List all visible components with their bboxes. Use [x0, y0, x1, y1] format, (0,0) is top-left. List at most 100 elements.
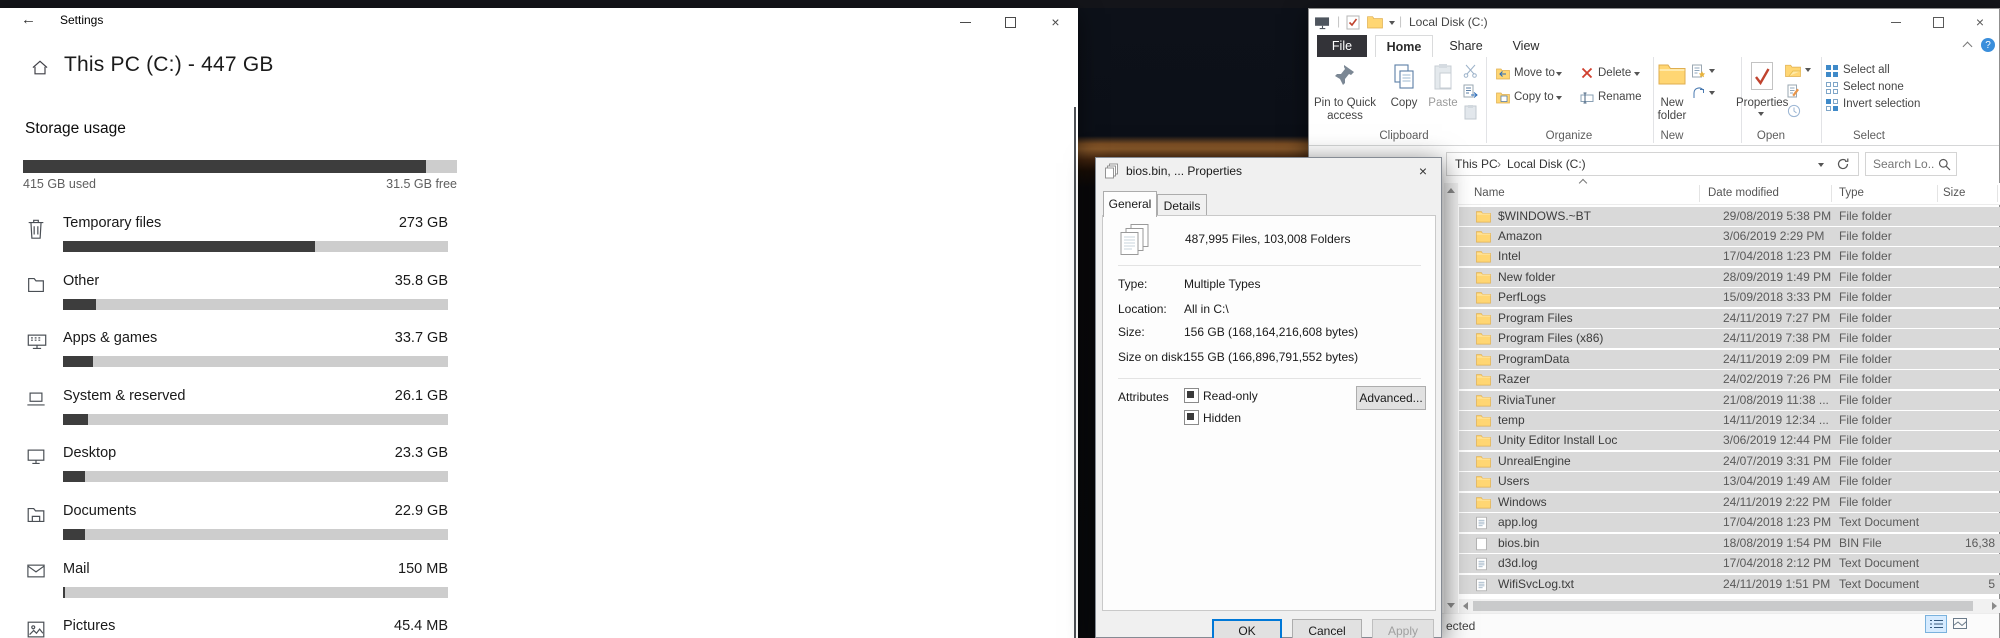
file-type: File folder	[1839, 249, 1892, 264]
files-stack-icon	[1119, 223, 1151, 261]
category-bar-fill	[63, 529, 85, 540]
dialog-close-button[interactable]: ×	[1409, 160, 1437, 181]
field-label-type: Type:	[1118, 277, 1148, 291]
file-date: 17/04/2018 2:12 PM	[1723, 556, 1832, 571]
file-name: Unity Editor Install Loc	[1498, 433, 1618, 448]
tab-details[interactable]: Details	[1157, 194, 1207, 217]
file-row[interactable]: $WINDOWS.~BT 29/08/2019 5:38 PM File folde…	[1459, 206, 2000, 226]
tab-general[interactable]: General	[1103, 191, 1157, 217]
file-folder-icon	[1476, 312, 1491, 326]
text-doc-icon	[1476, 557, 1491, 571]
ok-button-label: OK	[1238, 623, 1256, 638]
storage-category-row[interactable]: Temporary files 273 GB	[0, 215, 460, 259]
file-row[interactable]: ProgramData 24/11/2019 2:09 PM File folder	[1459, 349, 2000, 369]
file-name: Razer	[1498, 372, 1531, 387]
file-row[interactable]: Windows 24/11/2019 2:22 PM File folder	[1459, 492, 2000, 512]
file-row[interactable]: app.log 17/04/2018 1:23 PM Text Document	[1459, 513, 2000, 533]
file-folder-icon	[1476, 353, 1491, 367]
scroll-up-icon[interactable]	[1447, 188, 1455, 193]
scroll-right-icon[interactable]	[1992, 602, 1997, 610]
scroll-left-icon[interactable]	[1463, 602, 1468, 610]
category-bar-track	[63, 529, 448, 540]
read-only-checkbox[interactable]	[1184, 388, 1199, 403]
file-row[interactable]: Program Files 24/11/2019 7:27 PM File fold…	[1459, 308, 2000, 328]
details-view-button[interactable]	[1925, 615, 1947, 633]
category-bar-fill	[63, 471, 85, 483]
scrollbar-thumb[interactable]	[1473, 601, 1973, 611]
storage-category-row[interactable]: Apps & games 33.7 GB	[0, 330, 460, 374]
file-name: $WINDOWS.~BT	[1498, 208, 1592, 223]
settings-scrollbar[interactable]	[1074, 107, 1076, 638]
file-row[interactable]: Unity Editor Install Loc 3/06/2019 12:44 …	[1459, 431, 2000, 451]
field-label-size: Size:	[1118, 325, 1145, 339]
file-row[interactable]: Intel 17/04/2018 1:23 PM File folder	[1459, 247, 2000, 267]
file-date: 15/09/2018 3:33 PM	[1723, 290, 1832, 305]
category-bar-fill	[63, 298, 97, 310]
documents-folder-icon	[25, 504, 49, 530]
file-date: 14/11/2019 12:34 ...	[1723, 413, 1829, 427]
file-type: File folder	[1839, 310, 1892, 325]
storage-category-row[interactable]: Pictures 45.4 MB	[0, 618, 460, 638]
settings-window: ← Settings × This PC (C:) - 447 GB Stora…	[0, 8, 1078, 638]
file-row[interactable]: UnrealEngine 24/07/2019 3:31 PM File folde…	[1459, 451, 2000, 471]
file-row[interactable]: WifiSvcLog.txt 24/11/2019 1:51 PM Text Doc…	[1459, 574, 2000, 594]
vertical-scrollbar[interactable]	[1444, 183, 1458, 613]
pictures-icon	[25, 619, 49, 638]
hidden-checkbox[interactable]	[1184, 410, 1199, 425]
read-only-label[interactable]: Read-only	[1203, 389, 1258, 403]
storage-category-row[interactable]: Mail 150 MB	[0, 561, 460, 605]
file-date: 24/11/2019 2:22 PM	[1723, 494, 1831, 509]
apply-button-label: Apply	[1387, 623, 1419, 638]
file-row[interactable]: d3d.log 17/04/2018 2:12 PM Text Document	[1459, 554, 2000, 574]
thumbnails-view-button[interactable]	[1949, 615, 1971, 633]
file-row[interactable]: New folder 28/09/2019 1:49 PM File folder	[1459, 267, 2000, 287]
advanced-button[interactable]: Advanced...	[1356, 386, 1426, 410]
storage-category-row[interactable]: Other 35.8 GB	[0, 273, 460, 317]
apply-button[interactable]: Apply	[1372, 619, 1434, 638]
category-label: System & reserved	[63, 387, 186, 404]
file-type: Text Document	[1839, 556, 1920, 571]
properties-dialog: bios.bin, ... Properties × General Detai…	[1095, 157, 1442, 638]
file-folder-icon	[1476, 414, 1491, 428]
field-value-type: Multiple Types	[1184, 277, 1261, 291]
file-row[interactable]: PerfLogs 15/09/2018 3:33 PM File folder	[1459, 288, 2000, 308]
close-icon: ×	[1418, 162, 1428, 179]
horizontal-scrollbar[interactable]	[1459, 599, 2000, 613]
file-name: Program Files (x86)	[1498, 331, 1604, 346]
file-name: bios.bin	[1498, 535, 1540, 550]
indeterminate-mark	[1187, 391, 1194, 398]
file-date: 29/08/2019 5:38 PM	[1723, 208, 1832, 223]
category-bar-fill	[63, 586, 65, 598]
file-name: ProgramData	[1498, 351, 1570, 366]
status-selected-text: ected	[1446, 619, 1476, 633]
file-name: d3d.log	[1498, 556, 1538, 571]
file-row[interactable]: Program Files (x86) 24/11/2019 7:38 PM Fil…	[1459, 329, 2000, 349]
category-size-value: 35.8 GB	[394, 272, 448, 289]
details-view-icon	[1930, 619, 1943, 629]
scroll-down-icon[interactable]	[1447, 603, 1455, 608]
storage-category-row[interactable]: Documents 22.9 GB	[0, 503, 460, 547]
storage-category-row[interactable]: System & reserved 26.1 GB	[0, 388, 460, 432]
file-folder-icon	[1476, 332, 1491, 346]
file-folder-icon	[1476, 394, 1491, 408]
monitor-icon	[25, 446, 49, 472]
hidden-label[interactable]: Hidden	[1203, 411, 1241, 425]
file-size: 5	[1988, 576, 1995, 591]
file-folder-icon	[1476, 210, 1491, 224]
file-row[interactable]: Razer 24/02/2019 7:26 PM File folder	[1459, 370, 2000, 390]
file-type: Text Document	[1839, 515, 1920, 530]
dialog-titlebar[interactable]: bios.bin, ... Properties ×	[1096, 158, 1441, 184]
category-label: Mail	[63, 560, 90, 577]
multiple-files-icon	[1104, 163, 1120, 179]
file-row[interactable]: Amazon 3/06/2019 2:29 PM File folder	[1459, 226, 2000, 246]
cancel-button[interactable]: Cancel	[1292, 619, 1362, 638]
file-type: File folder	[1839, 372, 1892, 387]
file-row[interactable]: bios.bin 18/08/2019 1:54 PM BIN File 16,38	[1459, 533, 2000, 553]
file-row[interactable]: temp 14/11/2019 12:34 ... File folder	[1459, 411, 2000, 430]
storage-category-row[interactable]: Desktop 23.3 GB	[0, 445, 460, 489]
file-row[interactable]: RiviaTuner 21/08/2019 11:38 ... File folde…	[1459, 390, 2000, 410]
category-size-value: 26.1 GB	[394, 387, 448, 404]
file-row[interactable]: Users 13/04/2019 1:49 AM File folder	[1459, 472, 2000, 492]
file-name: UnrealEngine	[1498, 453, 1571, 468]
ok-button[interactable]: OK	[1212, 619, 1282, 638]
